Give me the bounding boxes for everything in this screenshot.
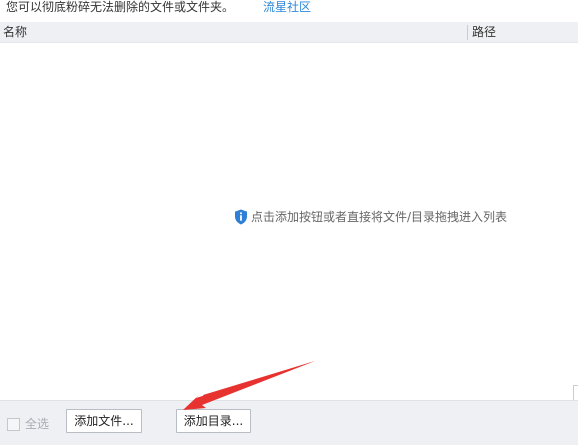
select-all[interactable]: 全选 xyxy=(7,416,49,432)
empty-hint-text: 点击添加按钮或者直接将文件/目录拖拽进入列表 xyxy=(251,210,508,224)
footer-bar: 全选 添加文件... 添加目录... xyxy=(0,400,578,445)
shield-info-icon xyxy=(234,209,248,225)
file-list[interactable]: 点击添加按钮或者直接将文件/目录拖拽进入列表 xyxy=(0,43,578,400)
column-divider[interactable] xyxy=(467,25,468,40)
community-link[interactable]: 流星社区 xyxy=(263,0,311,15)
add-file-button[interactable]: 添加文件... xyxy=(66,409,142,433)
column-header-name[interactable]: 名称 xyxy=(3,24,27,40)
file-shredder-window: 您可以彻底粉碎无法删除的文件或文件夹。 流星社区 名称 路径 点击添加按钮或者直… xyxy=(0,0,578,445)
column-header-path[interactable]: 路径 xyxy=(472,24,496,40)
select-all-label: 全选 xyxy=(25,417,50,431)
select-all-checkbox[interactable] xyxy=(7,417,20,431)
description-bar: 您可以彻底粉碎无法删除的文件或文件夹。 流星社区 xyxy=(0,0,578,22)
file-list-header: 名称 路径 xyxy=(0,22,578,43)
add-directory-button[interactable]: 添加目录... xyxy=(176,409,251,433)
description-text: 您可以彻底粉碎无法删除的文件或文件夹。 xyxy=(6,0,235,14)
empty-hint: 点击添加按钮或者直接将文件/目录拖拽进入列表 xyxy=(234,209,507,225)
